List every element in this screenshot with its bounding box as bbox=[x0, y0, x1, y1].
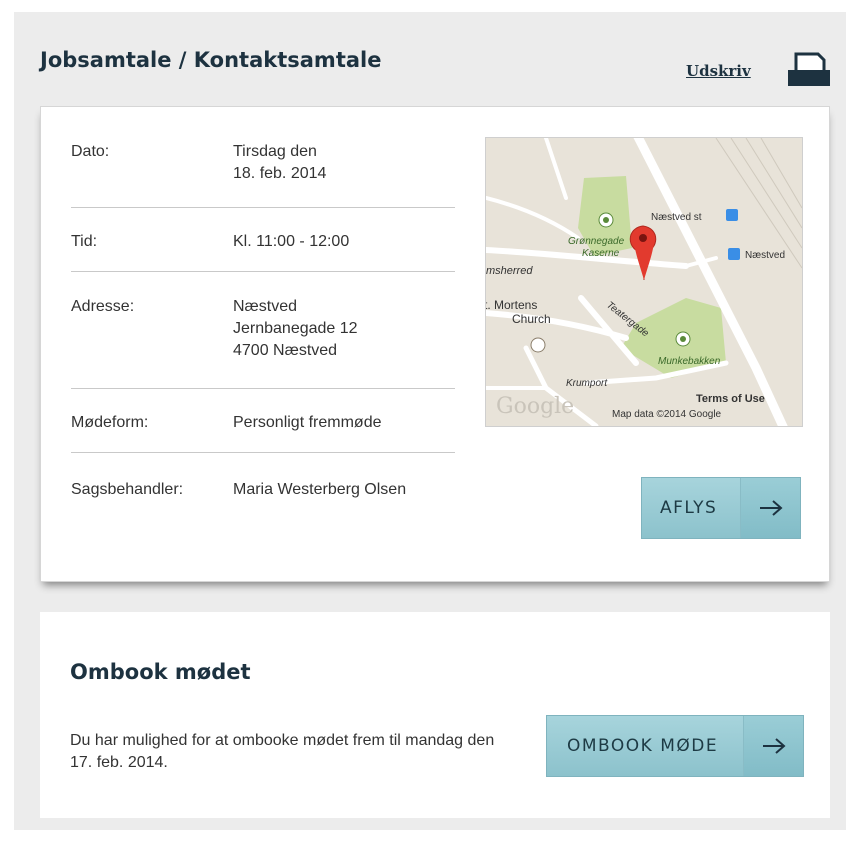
google-logo: Google bbox=[496, 394, 574, 419]
address-label: Adresse: bbox=[71, 298, 135, 315]
printer-icon[interactable] bbox=[786, 50, 832, 88]
svg-text:msherred: msherred bbox=[486, 265, 533, 277]
svg-text:Munkebakken: Munkebakken bbox=[658, 356, 721, 367]
date-value: Tirsdag den 18. feb. 2014 bbox=[233, 143, 327, 182]
svg-text:Krumport: Krumport bbox=[566, 378, 608, 389]
arrow-right-icon bbox=[740, 478, 800, 538]
svg-text:Næstved: Næstved bbox=[745, 250, 785, 261]
arrow-right-icon bbox=[743, 716, 803, 776]
time-value: Kl. 11:00 - 12:00 bbox=[233, 233, 350, 250]
svg-text:Næstved st: Næstved st bbox=[651, 212, 702, 223]
terms-of-use-link: Terms of Use bbox=[696, 393, 765, 405]
detail-row-date: Dato: Tirsdag den 18. feb. 2014 bbox=[71, 141, 455, 208]
svg-text:Grønnegade: Grønnegade bbox=[568, 236, 625, 247]
meeting-type-label: Mødeform: bbox=[71, 414, 149, 431]
meeting-type-value: Personligt fremmøde bbox=[233, 414, 382, 431]
svg-text:t. Mortens: t. Mortens bbox=[486, 298, 537, 312]
detail-row-case-worker: Sagsbehandler: Maria Westerberg Olsen bbox=[71, 479, 455, 509]
date-label: Dato: bbox=[71, 143, 110, 160]
svg-text:Church: Church bbox=[512, 312, 551, 326]
rebook-card: Ombook mødet Du har mulighed for at ombo… bbox=[40, 612, 830, 818]
page-title: Jobsamtale / Kontaktsamtale bbox=[40, 48, 382, 72]
cancel-button[interactable]: AFLYS bbox=[641, 477, 801, 539]
detail-row-address: Adresse: Næstved Jernbanegade 12 4700 Næ… bbox=[71, 296, 455, 389]
address-value: Næstved Jernbanegade 12 4700 Næstved bbox=[233, 298, 358, 359]
rebook-title: Ombook mødet bbox=[70, 660, 251, 684]
rebook-description: Du har mulighed for at ombooke mødet fre… bbox=[70, 732, 495, 771]
detail-row-meeting-type: Mødeform: Personligt fremmøde bbox=[71, 412, 455, 453]
time-label: Tid: bbox=[71, 233, 98, 250]
rebook-button[interactable]: OMBOOK MØDE bbox=[546, 715, 804, 777]
case-worker-value: Maria Westerberg Olsen bbox=[233, 481, 407, 498]
location-map[interactable]: Næstved st Næstved Grønnegade Kaserne ms… bbox=[485, 137, 803, 427]
appointment-card: Dato: Tirsdag den 18. feb. 2014 Tid: Kl.… bbox=[40, 106, 830, 582]
map-attribution: Map data ©2014 Google bbox=[612, 409, 722, 420]
case-worker-label: Sagsbehandler: bbox=[71, 481, 184, 498]
print-link[interactable]: Udskriv bbox=[686, 62, 751, 80]
detail-row-time: Tid: Kl. 11:00 - 12:00 bbox=[71, 231, 455, 272]
svg-text:Kaserne: Kaserne bbox=[582, 248, 620, 259]
